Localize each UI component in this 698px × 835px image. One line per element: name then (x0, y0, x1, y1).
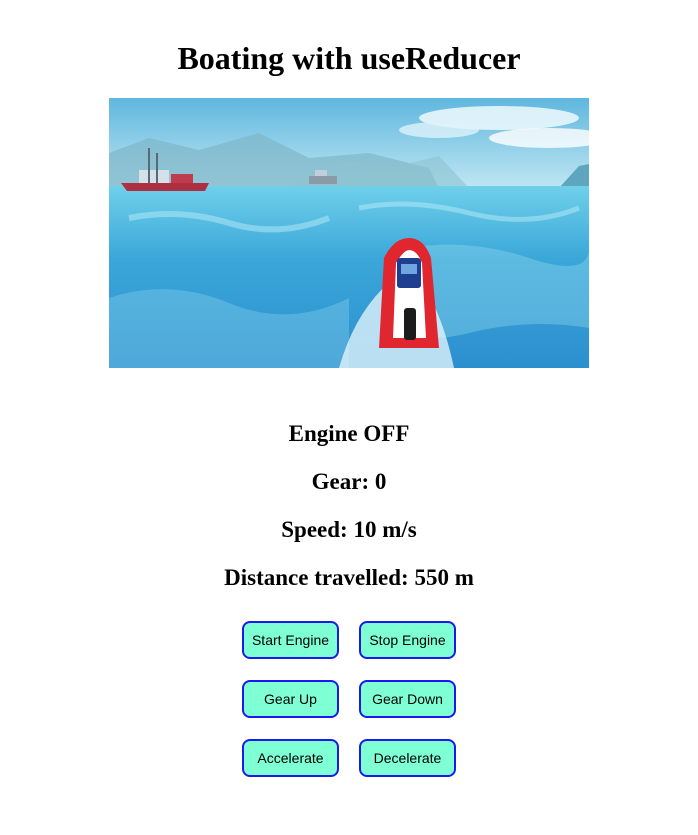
page-title: Boating with useReducer (177, 40, 521, 76)
engine-status: Engine OFF (288, 421, 410, 446)
decelerate-button[interactable]: Decelerate (359, 739, 456, 777)
speed-status: Speed: 10 m/s (281, 517, 417, 542)
gear-up-button[interactable]: Gear Up (242, 680, 339, 718)
accelerate-button[interactable]: Accelerate (242, 739, 339, 777)
hero-image (109, 98, 589, 368)
distance-status: Distance travelled: 550 m (224, 565, 474, 590)
start-engine-button[interactable]: Start Engine (242, 621, 339, 659)
gear-down-button[interactable]: Gear Down (359, 680, 456, 718)
gear-status: Gear: 0 (311, 469, 387, 494)
stop-engine-button[interactable]: Stop Engine (359, 621, 456, 659)
